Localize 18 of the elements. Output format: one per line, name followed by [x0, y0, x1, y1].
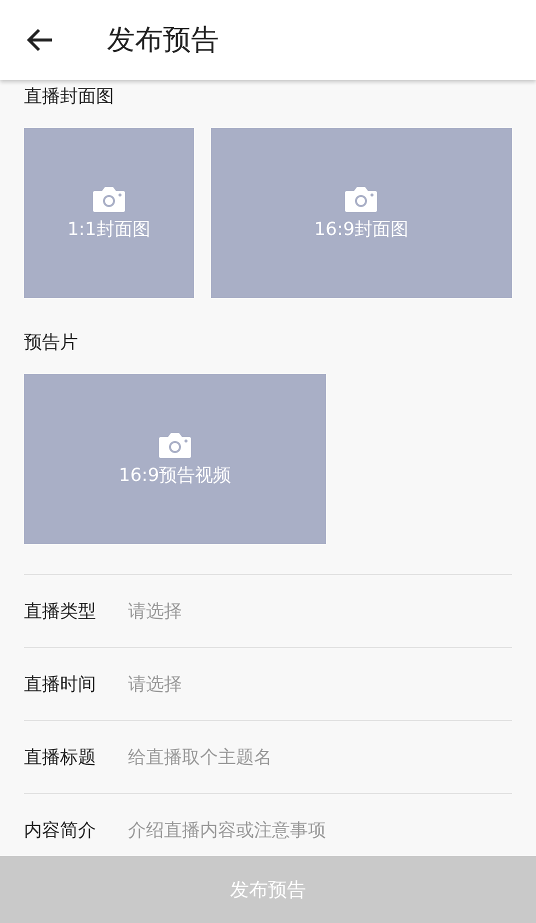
input-field[interactable]: 介绍直播内容或注意事项 [128, 820, 512, 840]
camera-icon [158, 431, 192, 459]
field-label: 内容简介 [24, 819, 97, 842]
camera-icon [344, 185, 378, 213]
input-field[interactable]: 给直播取个主题名 [128, 746, 512, 768]
back-arrow-icon[interactable] [26, 28, 54, 52]
field-label: 直播标题 [24, 746, 97, 769]
section-label: 直播封面图 [24, 85, 115, 109]
field-label: 直播时间 [24, 673, 97, 696]
section-label: 预告片 [24, 331, 79, 355]
page-title: 发布预告 [107, 22, 219, 58]
field-label: 直播类型 [24, 600, 97, 623]
input-field[interactable]: 请选择 [128, 600, 512, 622]
input-field[interactable]: 请选择 [128, 674, 512, 694]
upload-tile[interactable]: 16:9封面图 [210, 128, 512, 298]
camera-icon [92, 185, 126, 213]
upload-tile[interactable]: 1:1封面图 [24, 128, 194, 298]
upload-tile[interactable]: 16:9预告视频 [24, 374, 326, 544]
